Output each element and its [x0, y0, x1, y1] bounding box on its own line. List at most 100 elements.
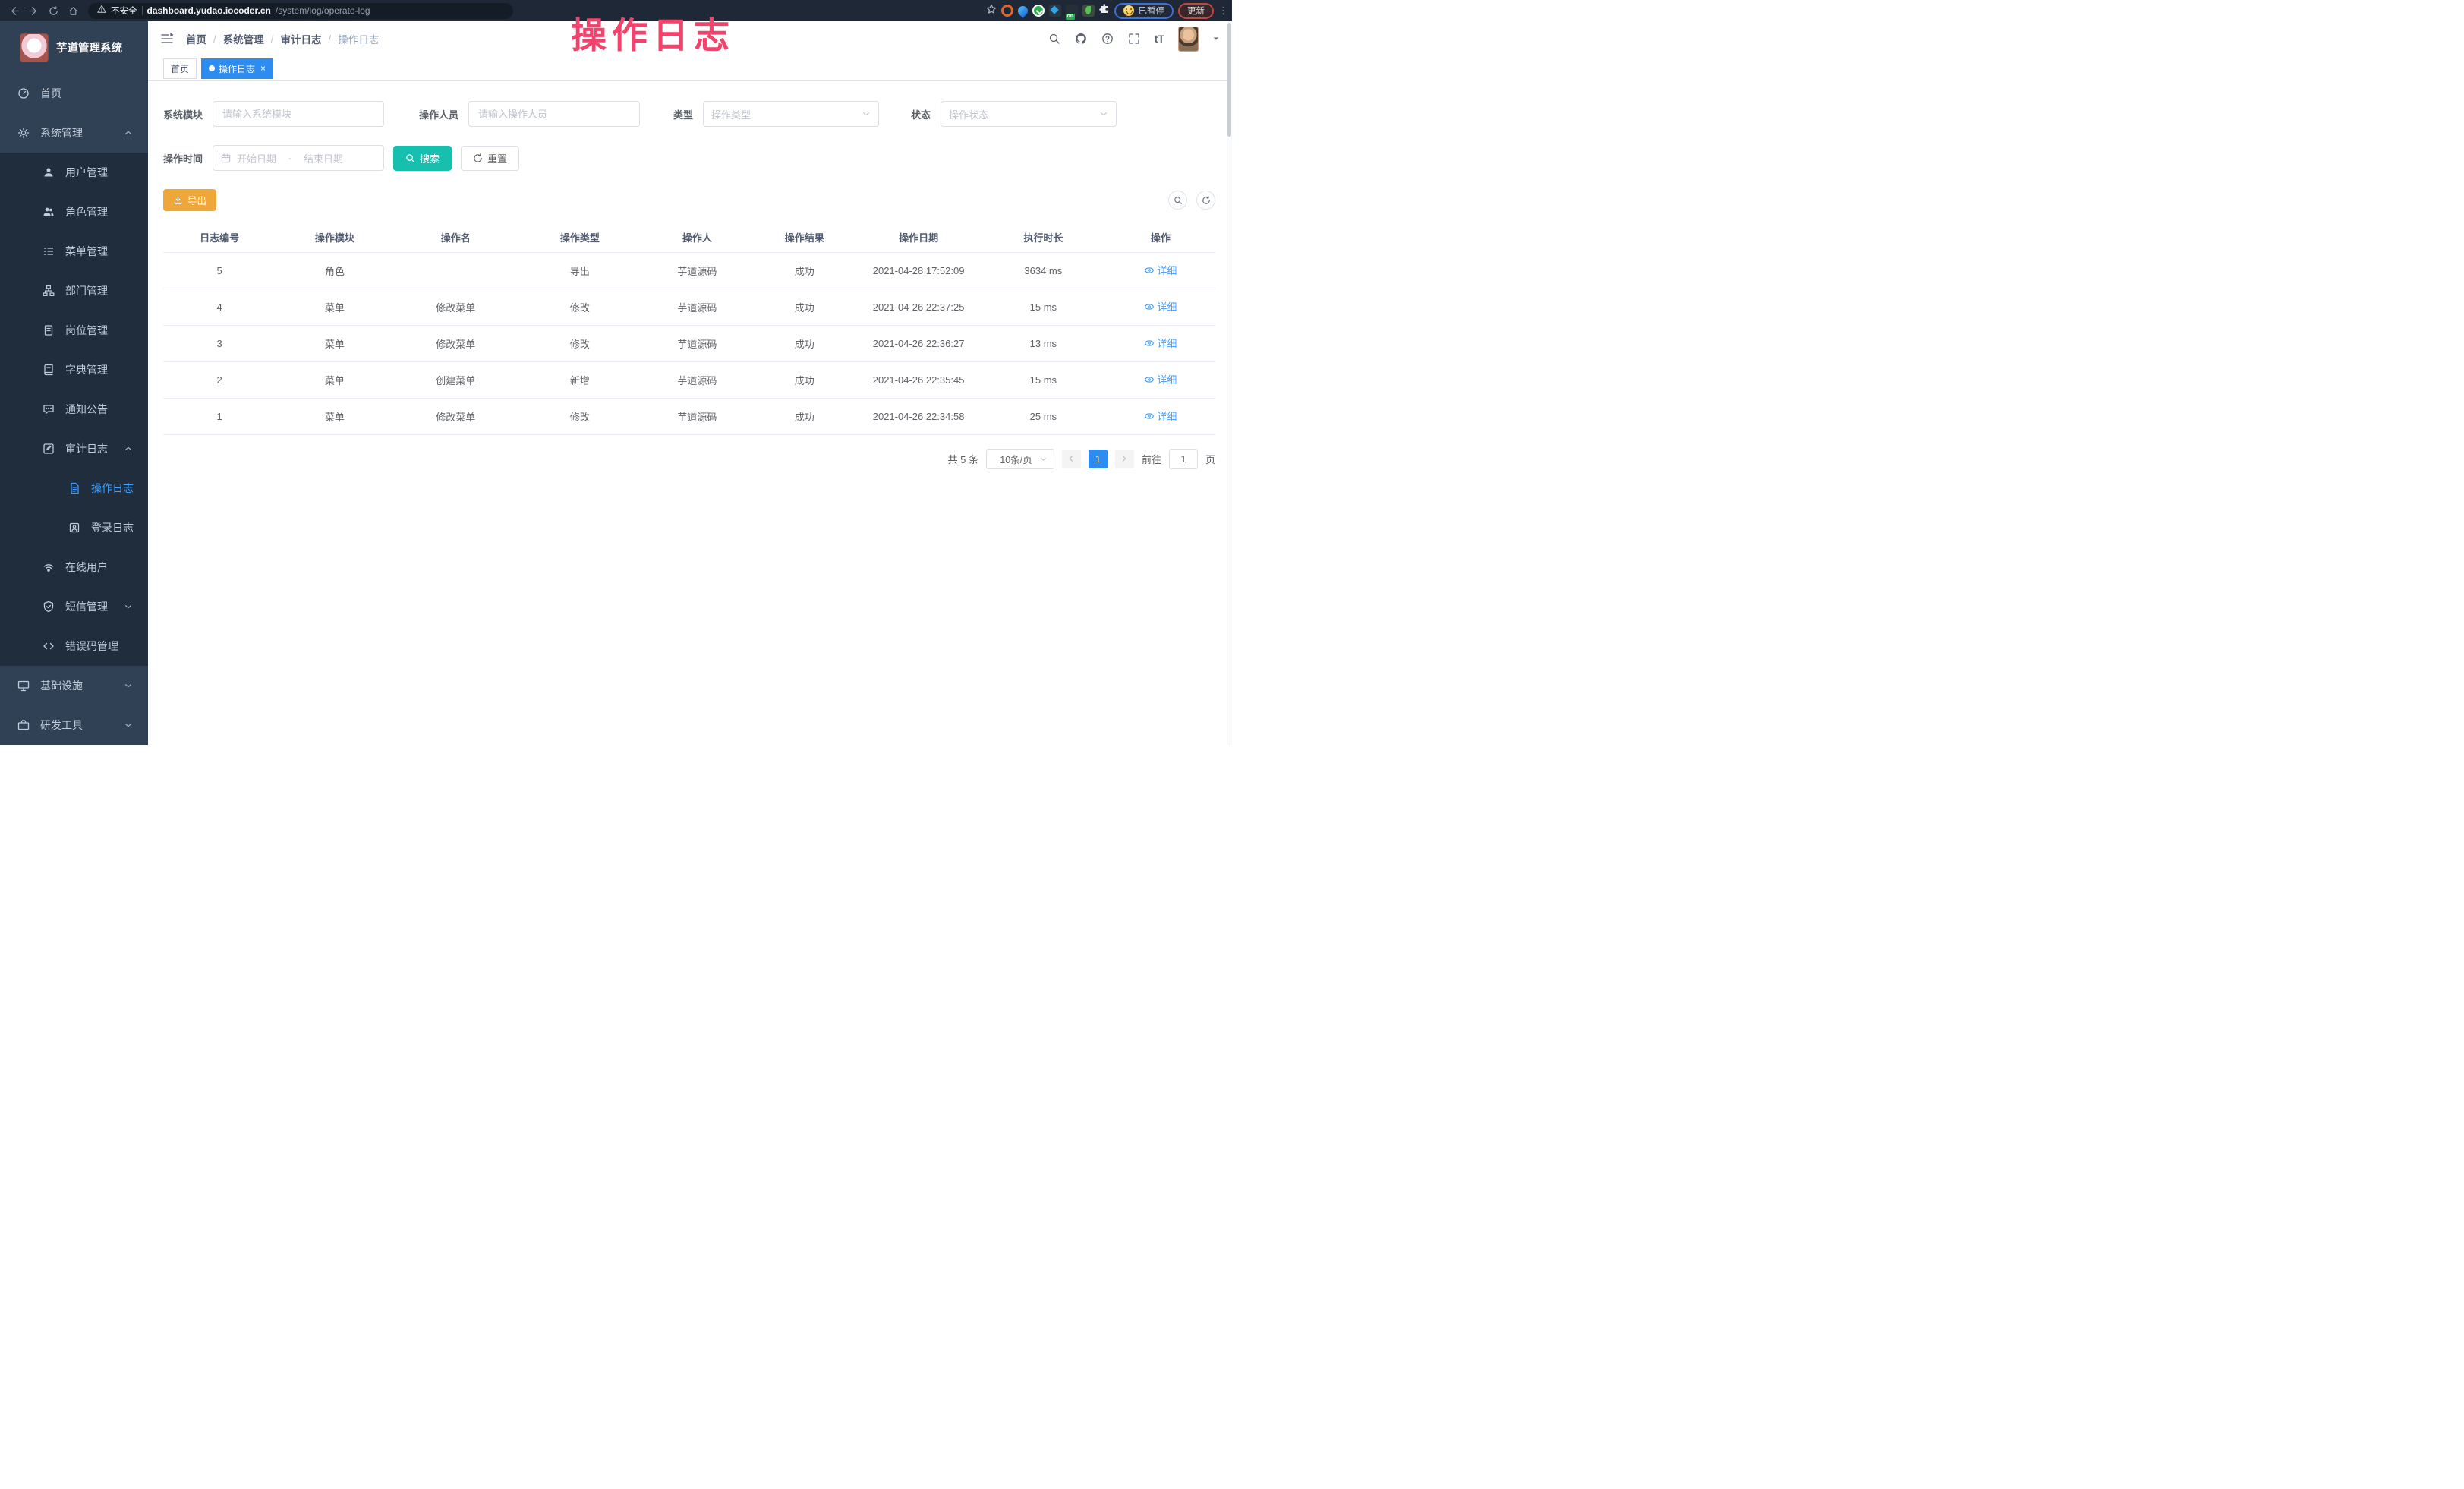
chevron-down-icon — [862, 109, 871, 118]
sidebar-item-label: 在线用户 — [65, 560, 108, 575]
column-header: 操作人 — [642, 223, 753, 252]
search-button[interactable]: 搜索 — [393, 146, 452, 171]
org-tree-icon — [43, 285, 55, 297]
extension-icon-leaf[interactable] — [1082, 5, 1095, 17]
goto-page-input[interactable] — [1169, 449, 1198, 469]
sidebar-item-menu-mgmt[interactable]: 菜单管理 — [0, 232, 148, 271]
extension-icon-orange[interactable] — [1001, 5, 1013, 17]
search-icon — [405, 153, 415, 163]
url-host[interactable]: dashboard.yudao.iocoder.cn — [147, 5, 271, 16]
sidebar-item-sms-mgmt[interactable]: 短信管理 — [0, 587, 148, 626]
current-page-button[interactable]: 1 — [1089, 450, 1108, 468]
sidebar-item-role-mgmt[interactable]: 角色管理 — [0, 192, 148, 232]
chevron-down-icon — [124, 721, 133, 730]
font-size-icon[interactable]: tT — [1155, 33, 1164, 45]
tags-view-bar: 首页 操作日志 × — [148, 56, 1232, 81]
extension-icon-gem[interactable] — [1049, 5, 1061, 17]
code-icon — [43, 640, 55, 652]
page-unit-label: 页 — [1205, 452, 1215, 466]
fullscreen-icon[interactable] — [1128, 33, 1141, 46]
search-icon — [1174, 196, 1183, 205]
sidebar-item-notice[interactable]: 通知公告 — [0, 390, 148, 429]
sidebar-item-dict-mgmt[interactable]: 字典管理 — [0, 350, 148, 390]
scrollbar-thumb[interactable] — [1227, 23, 1231, 137]
sidebar-item-post-mgmt[interactable]: 岗位管理 — [0, 311, 148, 350]
cell-module: 菜单 — [276, 361, 393, 398]
refresh-table-button[interactable] — [1196, 191, 1215, 210]
sidebar-item-label: 系统管理 — [40, 125, 83, 140]
cell-duration: 15 ms — [981, 361, 1106, 398]
chrome-update-button[interactable]: 更新 — [1178, 3, 1214, 19]
app-logo-row[interactable]: 芋道管理系统 — [0, 21, 148, 74]
page-scrollbar[interactable] — [1227, 21, 1232, 745]
extension-icon-pin[interactable] — [1016, 4, 1029, 17]
browser-home-icon[interactable] — [65, 3, 80, 18]
type-select[interactable]: 操作类型 — [703, 101, 879, 127]
sidebar-item-label: 基础设施 — [40, 678, 83, 693]
breadcrumb-item[interactable]: 审计日志 — [281, 31, 322, 46]
detail-link[interactable]: 详细 — [1144, 263, 1177, 277]
browser-reload-icon[interactable] — [46, 3, 61, 18]
github-icon[interactable] — [1075, 33, 1088, 46]
sidebar-item-online-users[interactable]: 在线用户 — [0, 547, 148, 587]
sidebar-item-user-mgmt[interactable]: 用户管理 — [0, 153, 148, 192]
detail-link[interactable]: 详细 — [1144, 409, 1177, 423]
address-bar[interactable]: 不安全 dashboard.yudao.iocoder.cn/system/lo… — [88, 3, 513, 19]
sidebar-collapse-icon[interactable] — [160, 32, 174, 46]
page-size-select[interactable]: 10条/页 — [986, 449, 1054, 469]
tab-operate-log[interactable]: 操作日志 × — [201, 58, 273, 79]
url-path[interactable]: /system/log/operate-log — [276, 5, 370, 16]
detail-link[interactable]: 详细 — [1144, 372, 1177, 386]
extension-icon-green-check[interactable] — [1032, 5, 1045, 17]
login-log-icon — [68, 522, 80, 534]
help-question-icon[interactable] — [1101, 33, 1114, 46]
paused-extension-pill[interactable]: 已暂停 — [1114, 3, 1174, 19]
detail-link[interactable]: 详细 — [1144, 336, 1177, 350]
sidebar-item-home[interactable]: 首页 — [0, 74, 148, 113]
tab-label: 操作日志 — [219, 62, 255, 75]
browser-forward-icon[interactable] — [26, 3, 41, 18]
pagination: 共 5 条 10条/页 1 前往 页 — [163, 449, 1215, 469]
briefcase-icon — [17, 719, 30, 731]
export-button[interactable]: 导出 — [163, 189, 216, 211]
tab-home[interactable]: 首页 — [163, 58, 197, 79]
extensions-puzzle-icon[interactable] — [1099, 4, 1110, 18]
status-select[interactable]: 操作状态 — [941, 101, 1117, 127]
cell-module: 角色 — [276, 252, 393, 289]
detail-link[interactable]: 详细 — [1144, 299, 1177, 314]
sidebar-item-infrastructure[interactable]: 基础设施 — [0, 666, 148, 705]
sidebar-item-operate-log[interactable]: 操作日志 — [0, 468, 148, 508]
toggle-search-button[interactable] — [1168, 191, 1187, 210]
security-label[interactable]: 不安全 — [111, 5, 137, 17]
tab-close-icon[interactable]: × — [260, 63, 266, 74]
detail-link-label: 详细 — [1157, 299, 1177, 314]
sidebar-item-label: 首页 — [40, 86, 61, 101]
browser-menu-kebab-icon[interactable]: ⋮ — [1218, 8, 1226, 14]
prev-page-button[interactable] — [1062, 450, 1081, 468]
breadcrumb-item[interactable]: 首页 — [186, 31, 206, 46]
reset-button[interactable]: 重置 — [461, 146, 519, 171]
user-avatar[interactable] — [1178, 27, 1199, 52]
operator-input[interactable] — [468, 101, 640, 127]
date-range-picker[interactable]: 开始日期 - 结束日期 — [213, 145, 384, 171]
module-input[interactable] — [213, 101, 384, 127]
cell-op-type: 修改 — [518, 398, 642, 434]
sidebar-item-dev-tools[interactable]: 研发工具 — [0, 705, 148, 745]
sidebar-item-login-log[interactable]: 登录日志 — [0, 508, 148, 547]
active-tab-dot — [209, 65, 215, 71]
sidebar-item-audit-log[interactable]: 审计日志 — [0, 429, 148, 468]
browser-back-icon[interactable] — [6, 3, 21, 18]
cell-op-name: 修改菜单 — [394, 398, 518, 434]
bookmark-star-icon[interactable] — [986, 4, 997, 18]
next-page-button[interactable] — [1115, 450, 1134, 468]
app-title: 芋道管理系统 — [56, 39, 122, 55]
sidebar-item-dept-mgmt[interactable]: 部门管理 — [0, 271, 148, 311]
column-header: 操作模块 — [276, 223, 393, 252]
caret-down-icon[interactable] — [1212, 35, 1220, 43]
search-icon[interactable] — [1048, 33, 1061, 46]
sidebar-item-system-mgmt[interactable]: 系统管理 — [0, 113, 148, 153]
monitor-icon — [17, 680, 30, 692]
breadcrumb-item[interactable]: 系统管理 — [223, 31, 264, 46]
sidebar-item-error-code[interactable]: 错误码管理 — [0, 626, 148, 666]
extension-icon-switch[interactable]: on — [1066, 5, 1078, 17]
